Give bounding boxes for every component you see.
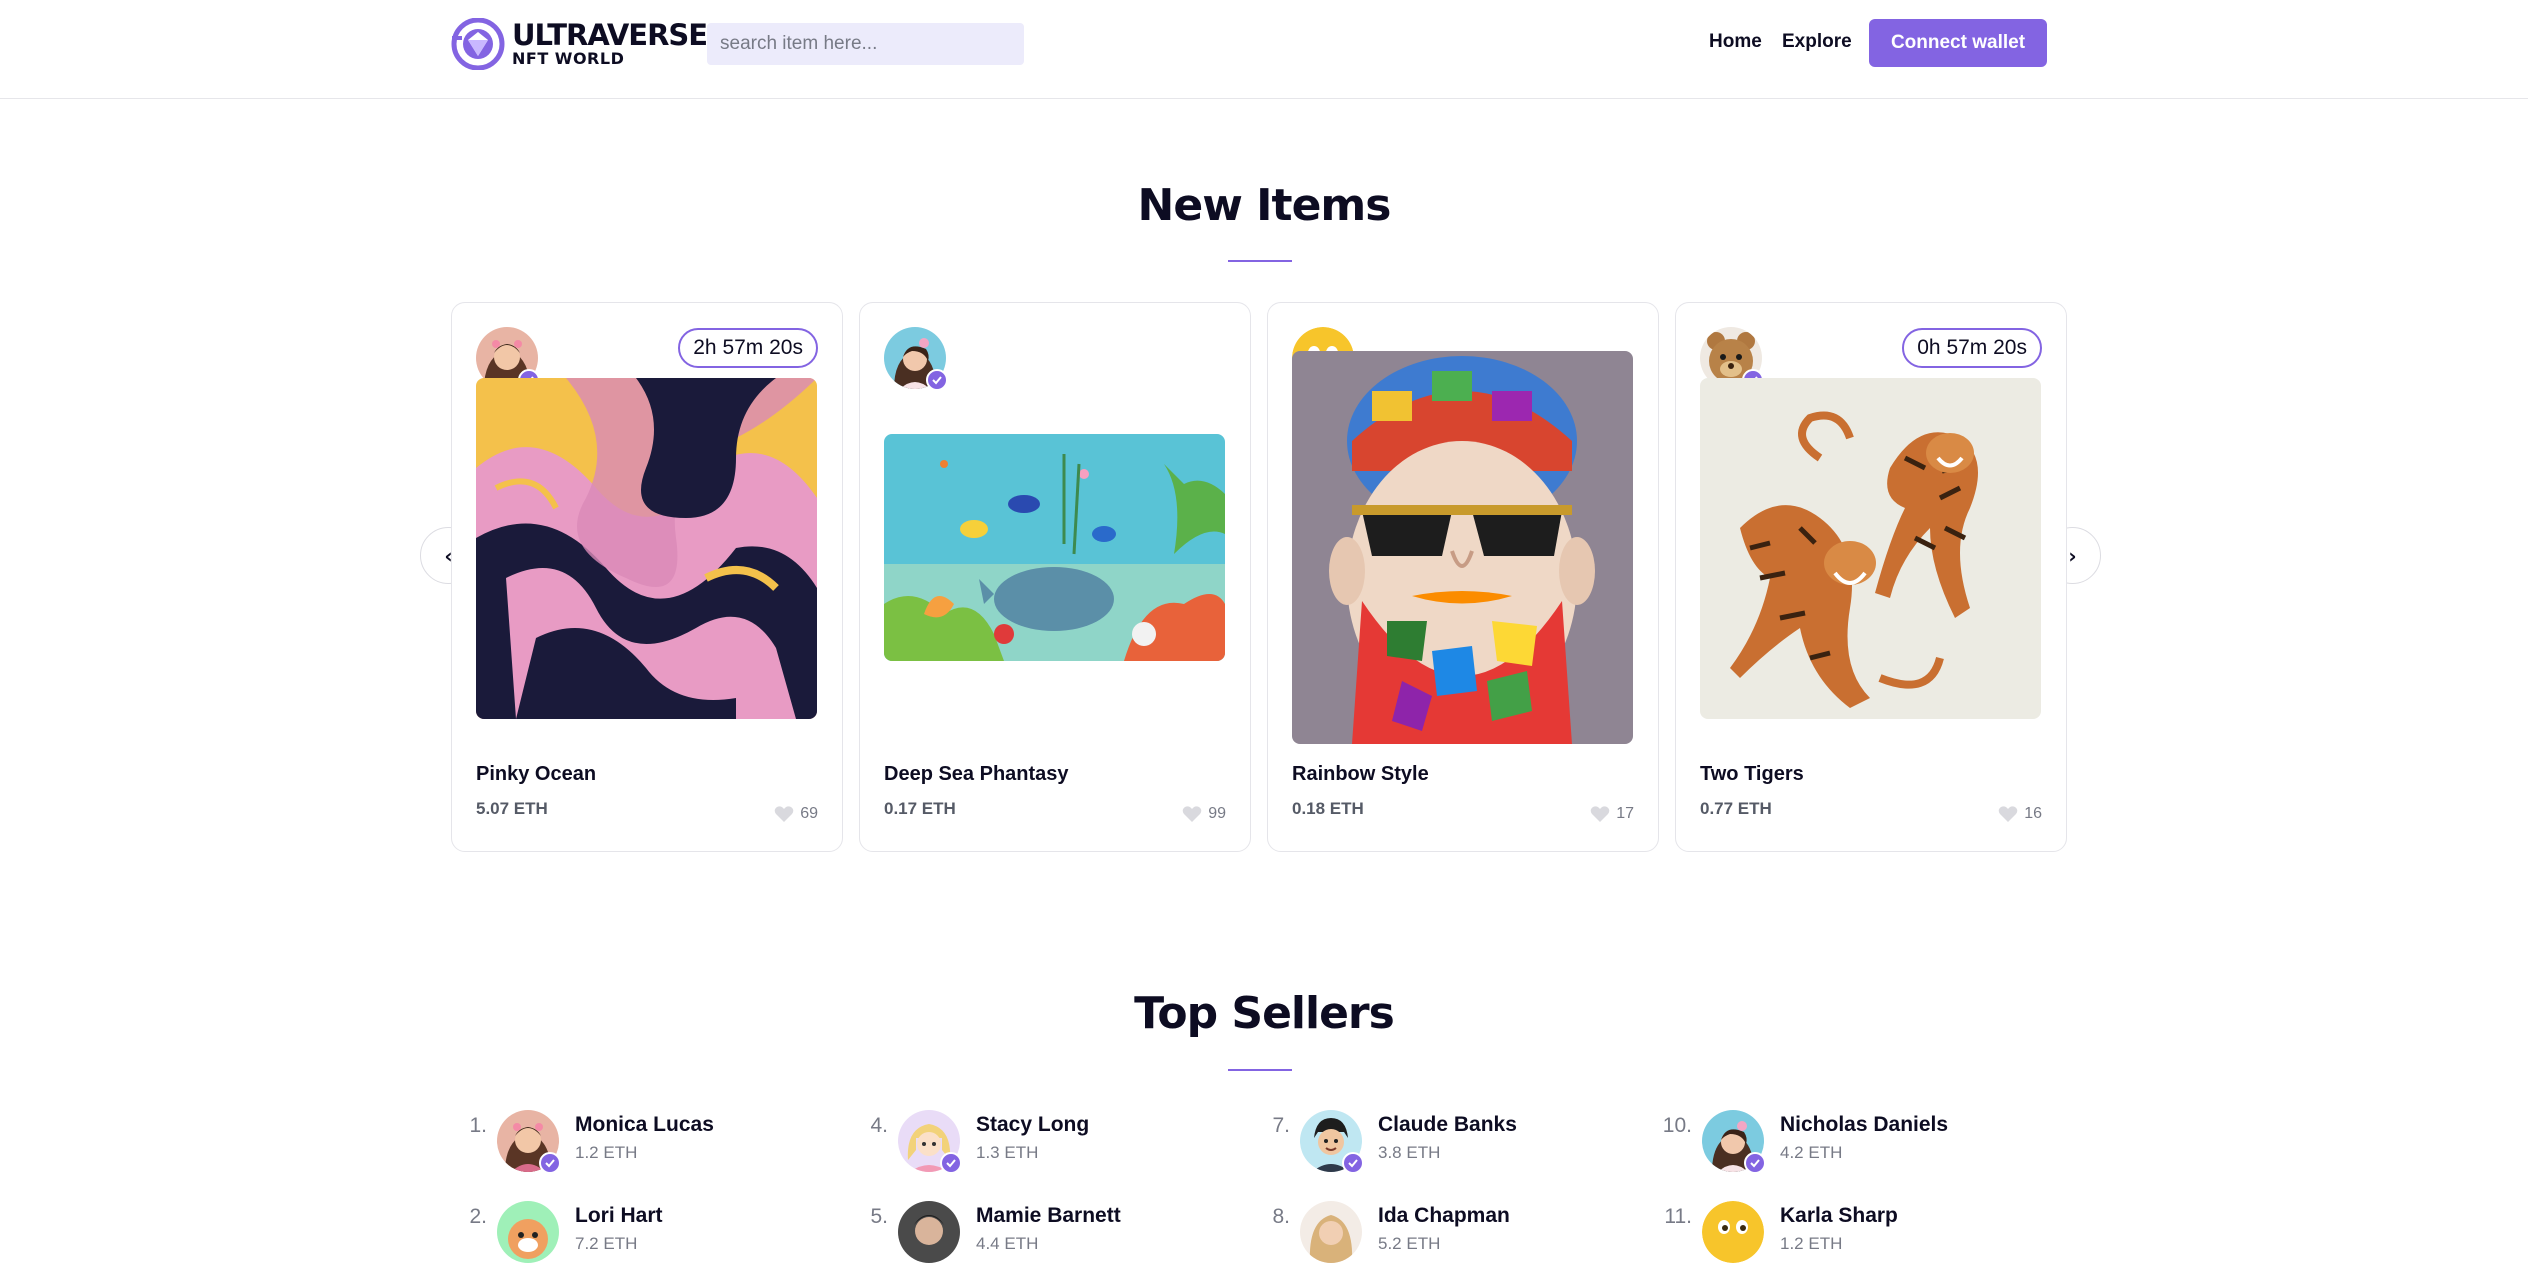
site-logo[interactable]: ULTRAVERSE NFT WORLD — [450, 18, 708, 70]
seller-item[interactable]: 8. Ida Chapman 5.2 ETH — [1258, 1201, 1558, 1267]
nft-card[interactable]: Rainbow Style 0.18 ETH 17 — [1267, 302, 1659, 852]
like-count-value: 17 — [1616, 805, 1634, 822]
verified-badge-icon — [1342, 1152, 1364, 1174]
nav-home-link[interactable]: Home — [1709, 31, 1762, 53]
seller-eth: 5.2 ETH — [1378, 1234, 1441, 1253]
nft-title[interactable]: Two Tigers — [1700, 763, 1804, 786]
heart-icon — [774, 806, 794, 822]
seller-avatar[interactable] — [1300, 1201, 1362, 1263]
seller-rank: 11. — [1664, 1205, 1692, 1228]
site-header: ULTRAVERSE NFT WORLD Home Explore Connec… — [0, 0, 2528, 99]
verified-badge-icon — [926, 369, 948, 391]
seller-avatar[interactable] — [1702, 1201, 1764, 1263]
nft-price: 0.77 ETH — [1700, 799, 1772, 818]
seller-eth: 3.8 ETH — [1378, 1143, 1441, 1162]
seller-eth: 1.3 ETH — [976, 1143, 1039, 1162]
seller-eth: 4.4 ETH — [976, 1234, 1039, 1253]
seller-name[interactable]: Karla Sharp — [1780, 1204, 1898, 1228]
seller-name[interactable]: Monica Lucas — [575, 1113, 714, 1137]
countdown-badge: 0h 57m 20s — [1902, 328, 2042, 368]
seller-item[interactable]: 2. Lori Hart 7.2 ETH — [455, 1201, 755, 1267]
seller-item[interactable]: 4. Stacy Long 1.3 ETH — [856, 1110, 1156, 1176]
seller-item[interactable]: 5. Mamie Barnett 4.4 ETH — [856, 1201, 1156, 1267]
verified-badge-icon — [1744, 1152, 1766, 1174]
countdown-badge: 2h 57m 20s — [678, 328, 818, 368]
seller-rank: 5. — [870, 1205, 888, 1228]
logo-icon — [451, 18, 505, 70]
nft-card[interactable]: Deep Sea Phantasy 0.17 ETH 99 — [859, 302, 1251, 852]
seller-item[interactable]: 11. Karla Sharp 1.2 ETH — [1660, 1201, 1960, 1267]
nft-card[interactable]: 0h 57m 20s Two Tigers 0.77 ETH 16 — [1675, 302, 2067, 852]
seller-name[interactable]: Claude Banks — [1378, 1113, 1517, 1137]
logo-title: ULTRAVERSE — [512, 18, 708, 52]
nft-price: 0.17 ETH — [884, 799, 956, 818]
seller-rank: 10. — [1662, 1114, 1692, 1137]
nft-image-underwater-art[interactable] — [884, 434, 1225, 661]
seller-eth: 1.2 ETH — [575, 1143, 638, 1162]
seller-avatar[interactable] — [497, 1201, 559, 1263]
seller-rank: 8. — [1272, 1205, 1290, 1228]
title-divider — [1228, 260, 1292, 262]
logo-subtitle: NFT WORLD — [512, 49, 625, 68]
title-divider — [1228, 1069, 1292, 1071]
seller-item[interactable]: 10. Nicholas Daniels 4.2 ETH — [1660, 1110, 1960, 1176]
nft-title[interactable]: Rainbow Style — [1292, 763, 1429, 786]
nft-image-pink-marble-art[interactable] — [476, 378, 817, 719]
seller-rank: 2. — [469, 1205, 487, 1228]
chevron-right-icon: › — [2068, 543, 2077, 568]
seller-name[interactable]: Stacy Long — [976, 1113, 1089, 1137]
seller-name[interactable]: Mamie Barnett — [976, 1204, 1121, 1228]
seller-item[interactable]: 7. Claude Banks 3.8 ETH — [1258, 1110, 1558, 1176]
nav-explore-link[interactable]: Explore — [1782, 31, 1852, 53]
nft-card[interactable]: 2h 57m 20s Pinky Ocean 5.07 ETH 69 — [451, 302, 843, 852]
seller-name[interactable]: Ida Chapman — [1378, 1204, 1510, 1228]
connect-wallet-button[interactable]: Connect wallet — [1869, 19, 2047, 67]
like-count-value: 69 — [800, 805, 818, 822]
like-count[interactable]: 16 — [1998, 805, 2042, 823]
seller-name[interactable]: Nicholas Daniels — [1780, 1113, 1948, 1137]
nft-image-two-tigers-art[interactable] — [1700, 378, 2041, 719]
seller-eth: 4.2 ETH — [1780, 1143, 1843, 1162]
like-count[interactable]: 99 — [1182, 805, 1226, 823]
seller-rank: 1. — [469, 1114, 487, 1137]
heart-icon — [1182, 806, 1202, 822]
top-sellers-title: Top Sellers — [1134, 988, 1395, 1039]
heart-icon — [1998, 806, 2018, 822]
nft-price: 5.07 ETH — [476, 799, 548, 818]
heart-icon — [1590, 806, 1610, 822]
like-count-value: 16 — [2024, 805, 2042, 822]
nft-title[interactable]: Pinky Ocean — [476, 763, 596, 786]
seller-eth: 1.2 ETH — [1780, 1234, 1843, 1253]
like-count[interactable]: 17 — [1590, 805, 1634, 823]
seller-eth: 7.2 ETH — [575, 1234, 638, 1253]
nft-title[interactable]: Deep Sea Phantasy — [884, 763, 1069, 786]
search-input[interactable] — [707, 23, 1024, 65]
seller-name[interactable]: Lori Hart — [575, 1204, 663, 1228]
new-items-title: New Items — [1137, 180, 1392, 231]
like-count[interactable]: 69 — [774, 805, 818, 823]
nft-image-mosaic-beard-portrait[interactable] — [1292, 351, 1633, 744]
nft-price: 0.18 ETH — [1292, 799, 1364, 818]
verified-badge-icon — [940, 1152, 962, 1174]
seller-rank: 4. — [870, 1114, 888, 1137]
seller-avatar[interactable] — [898, 1201, 960, 1263]
like-count-value: 99 — [1208, 805, 1226, 822]
verified-badge-icon — [539, 1152, 561, 1174]
seller-item[interactable]: 1. Monica Lucas 1.2 ETH — [455, 1110, 755, 1176]
seller-rank: 7. — [1272, 1114, 1290, 1137]
